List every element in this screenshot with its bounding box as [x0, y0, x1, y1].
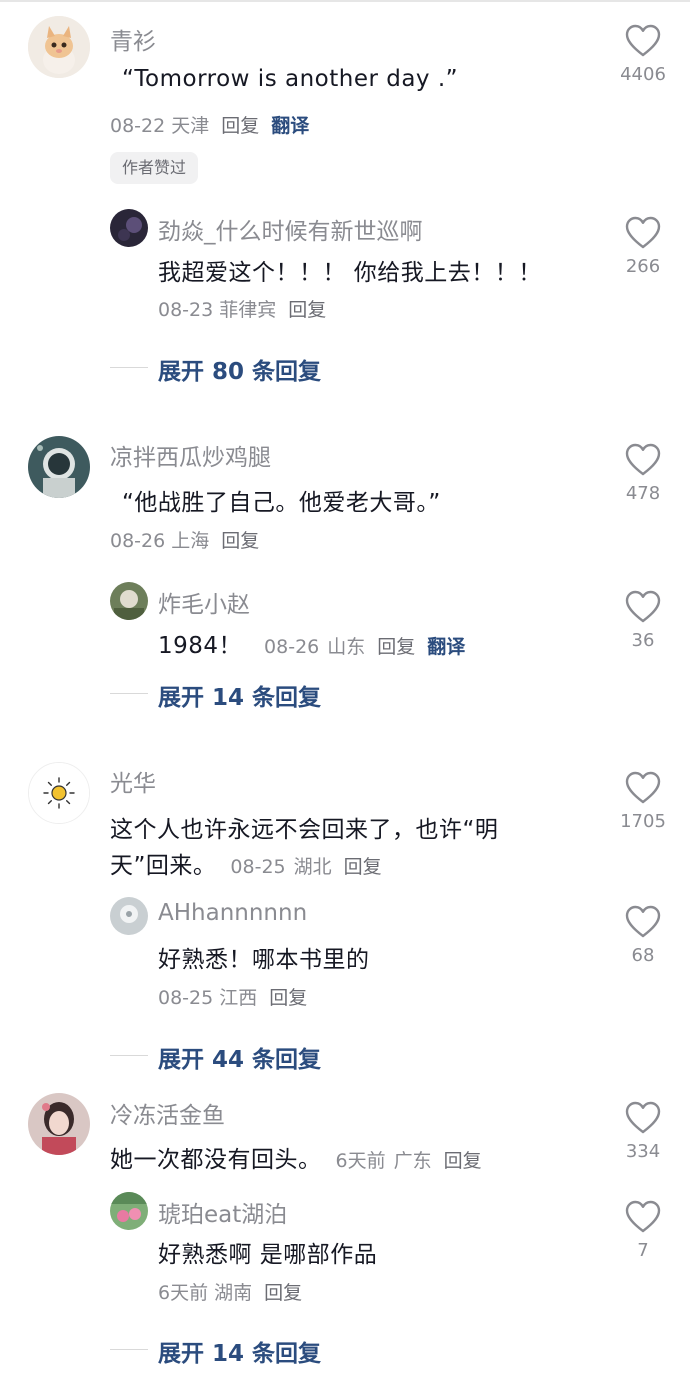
top-divider [0, 0, 690, 2]
like-button[interactable]: 266 [608, 216, 678, 277]
like-count: 334 [625, 1141, 661, 1162]
comment-line: 她一次都没有回头。 6天前 广东 回复 [110, 1140, 482, 1174]
like-button[interactable]: 7 [608, 1200, 678, 1261]
avatar[interactable] [110, 209, 148, 247]
reply-username[interactable]: 劲焱_什么时候有新世巡啊 [158, 212, 423, 246]
reply-button[interactable]: 回复 [221, 115, 259, 137]
avatar[interactable] [28, 16, 90, 78]
heart-outline-icon [625, 1101, 661, 1134]
translate-button[interactable]: 翻译 [271, 115, 309, 137]
reply-location: 菲律宾 [219, 299, 277, 321]
reply-button[interactable]: 回复 [344, 856, 382, 878]
reply-button[interactable]: 回复 [269, 987, 307, 1009]
reply-username[interactable]: AHhannnnnn [158, 900, 307, 926]
comment-username[interactable]: 凉拌西瓜炒鸡腿 [110, 438, 271, 472]
reply-meta: 08-25 江西 回复 [158, 983, 307, 1010]
comment-location: 广东 [393, 1150, 432, 1172]
heart-outline-icon [625, 216, 661, 249]
comment-username[interactable]: 青衫 [110, 22, 156, 56]
reply-button[interactable]: 回复 [288, 299, 326, 321]
like-button[interactable]: 334 [608, 1101, 678, 1162]
translate-button[interactable]: 翻译 [427, 636, 465, 658]
heart-outline-icon [625, 24, 661, 57]
reply-text: 我超爱这个！！！ 你给我上去！！！ [158, 260, 542, 286]
heart-outline-icon [625, 590, 661, 623]
heart-outline-icon [625, 1200, 661, 1233]
like-button[interactable]: 1705 [608, 771, 678, 832]
avatar[interactable] [28, 1093, 90, 1155]
comment-location: 天津 [171, 115, 210, 137]
reply-text: 好熟悉！哪本书里的 [158, 947, 370, 973]
like-count: 4406 [620, 64, 666, 85]
heart-outline-icon [625, 905, 661, 938]
avatar[interactable] [110, 1192, 148, 1230]
comment-text: “他战胜了自己。他爱老大哥。” [122, 490, 441, 516]
like-count: 36 [631, 630, 655, 651]
comment-meta: 08-22 天津 回复 翻译 [110, 111, 309, 138]
reply-button[interactable]: 回复 [264, 1282, 302, 1304]
reply-username[interactable]: 琥珀eat湖泊 [158, 1195, 287, 1229]
expand-divider [110, 693, 148, 694]
reply-date: 6天前 [158, 1282, 209, 1304]
reply-location: 山东 [327, 636, 366, 658]
avatar[interactable] [28, 762, 90, 824]
comment-location: 湖北 [293, 856, 332, 878]
like-count: 266 [625, 256, 661, 277]
like-button[interactable]: 68 [608, 905, 678, 966]
comment-date: 6天前 [335, 1150, 386, 1172]
reply-line: 1984！ 08-26 山东 回复 翻译 [158, 626, 465, 660]
avatar[interactable] [110, 897, 148, 935]
comment-date: 08-25 [230, 856, 286, 878]
expand-replies-label: 展开 80 条回复 [158, 359, 322, 385]
expand-replies-label: 展开 14 条回复 [158, 685, 322, 711]
expand-divider [110, 1349, 148, 1350]
reply-date: 08-25 [158, 987, 214, 1009]
expand-replies-label: 展开 14 条回复 [158, 1341, 322, 1367]
sun-icon [29, 763, 89, 823]
like-count: 478 [625, 483, 661, 504]
like-button[interactable]: 36 [608, 590, 678, 651]
reply-date: 08-26 [264, 636, 320, 658]
comment-text-line1: 这个人也许永远不会回来了，也许“明 [110, 817, 499, 843]
reply-location: 湖南 [214, 1282, 253, 1304]
avatar[interactable] [110, 582, 148, 620]
heart-outline-icon [625, 771, 661, 804]
heart-outline-icon [625, 443, 661, 476]
expand-divider [110, 1055, 148, 1056]
expand-divider [110, 367, 148, 368]
reply-text: 1984！ [158, 633, 243, 659]
like-count: 68 [631, 945, 655, 966]
comment-text-line2: 天”回来。 [110, 853, 217, 879]
reply-date: 08-23 [158, 299, 214, 321]
reply-button[interactable]: 回复 [221, 530, 259, 552]
comment-username[interactable]: 光华 [110, 764, 156, 798]
comment-text: “Tomorrow is another day .” [122, 66, 459, 92]
reply-text: 好熟悉啊 是哪部作品 [158, 1242, 378, 1268]
like-button[interactable]: 478 [608, 443, 678, 504]
comment-date: 08-22 [110, 115, 166, 137]
reply-meta: 08-23 菲律宾 回复 [158, 295, 326, 322]
reply-button[interactable]: 回复 [377, 636, 415, 658]
comment-line2: 天”回来。 08-25 湖北 回复 [110, 846, 382, 880]
comment-meta: 08-26 上海 回复 [110, 526, 259, 553]
avatar[interactable] [28, 436, 90, 498]
reply-button[interactable]: 回复 [444, 1150, 482, 1172]
comment-text: 她一次都没有回头。 [110, 1147, 322, 1173]
reply-username[interactable]: 炸毛小赵 [158, 585, 250, 619]
comment-date: 08-26 [110, 530, 166, 552]
comment-location: 上海 [171, 530, 210, 552]
reply-location: 江西 [219, 987, 258, 1009]
like-button[interactable]: 4406 [608, 24, 678, 85]
comment-username[interactable]: 冷冻活金鱼 [110, 1096, 225, 1130]
reply-meta: 6天前 湖南 回复 [158, 1278, 302, 1305]
like-count: 1705 [620, 811, 666, 832]
expand-replies-label: 展开 44 条回复 [158, 1047, 322, 1073]
like-count: 7 [637, 1240, 649, 1261]
author-liked-badge: 作者赞过 [110, 152, 199, 184]
